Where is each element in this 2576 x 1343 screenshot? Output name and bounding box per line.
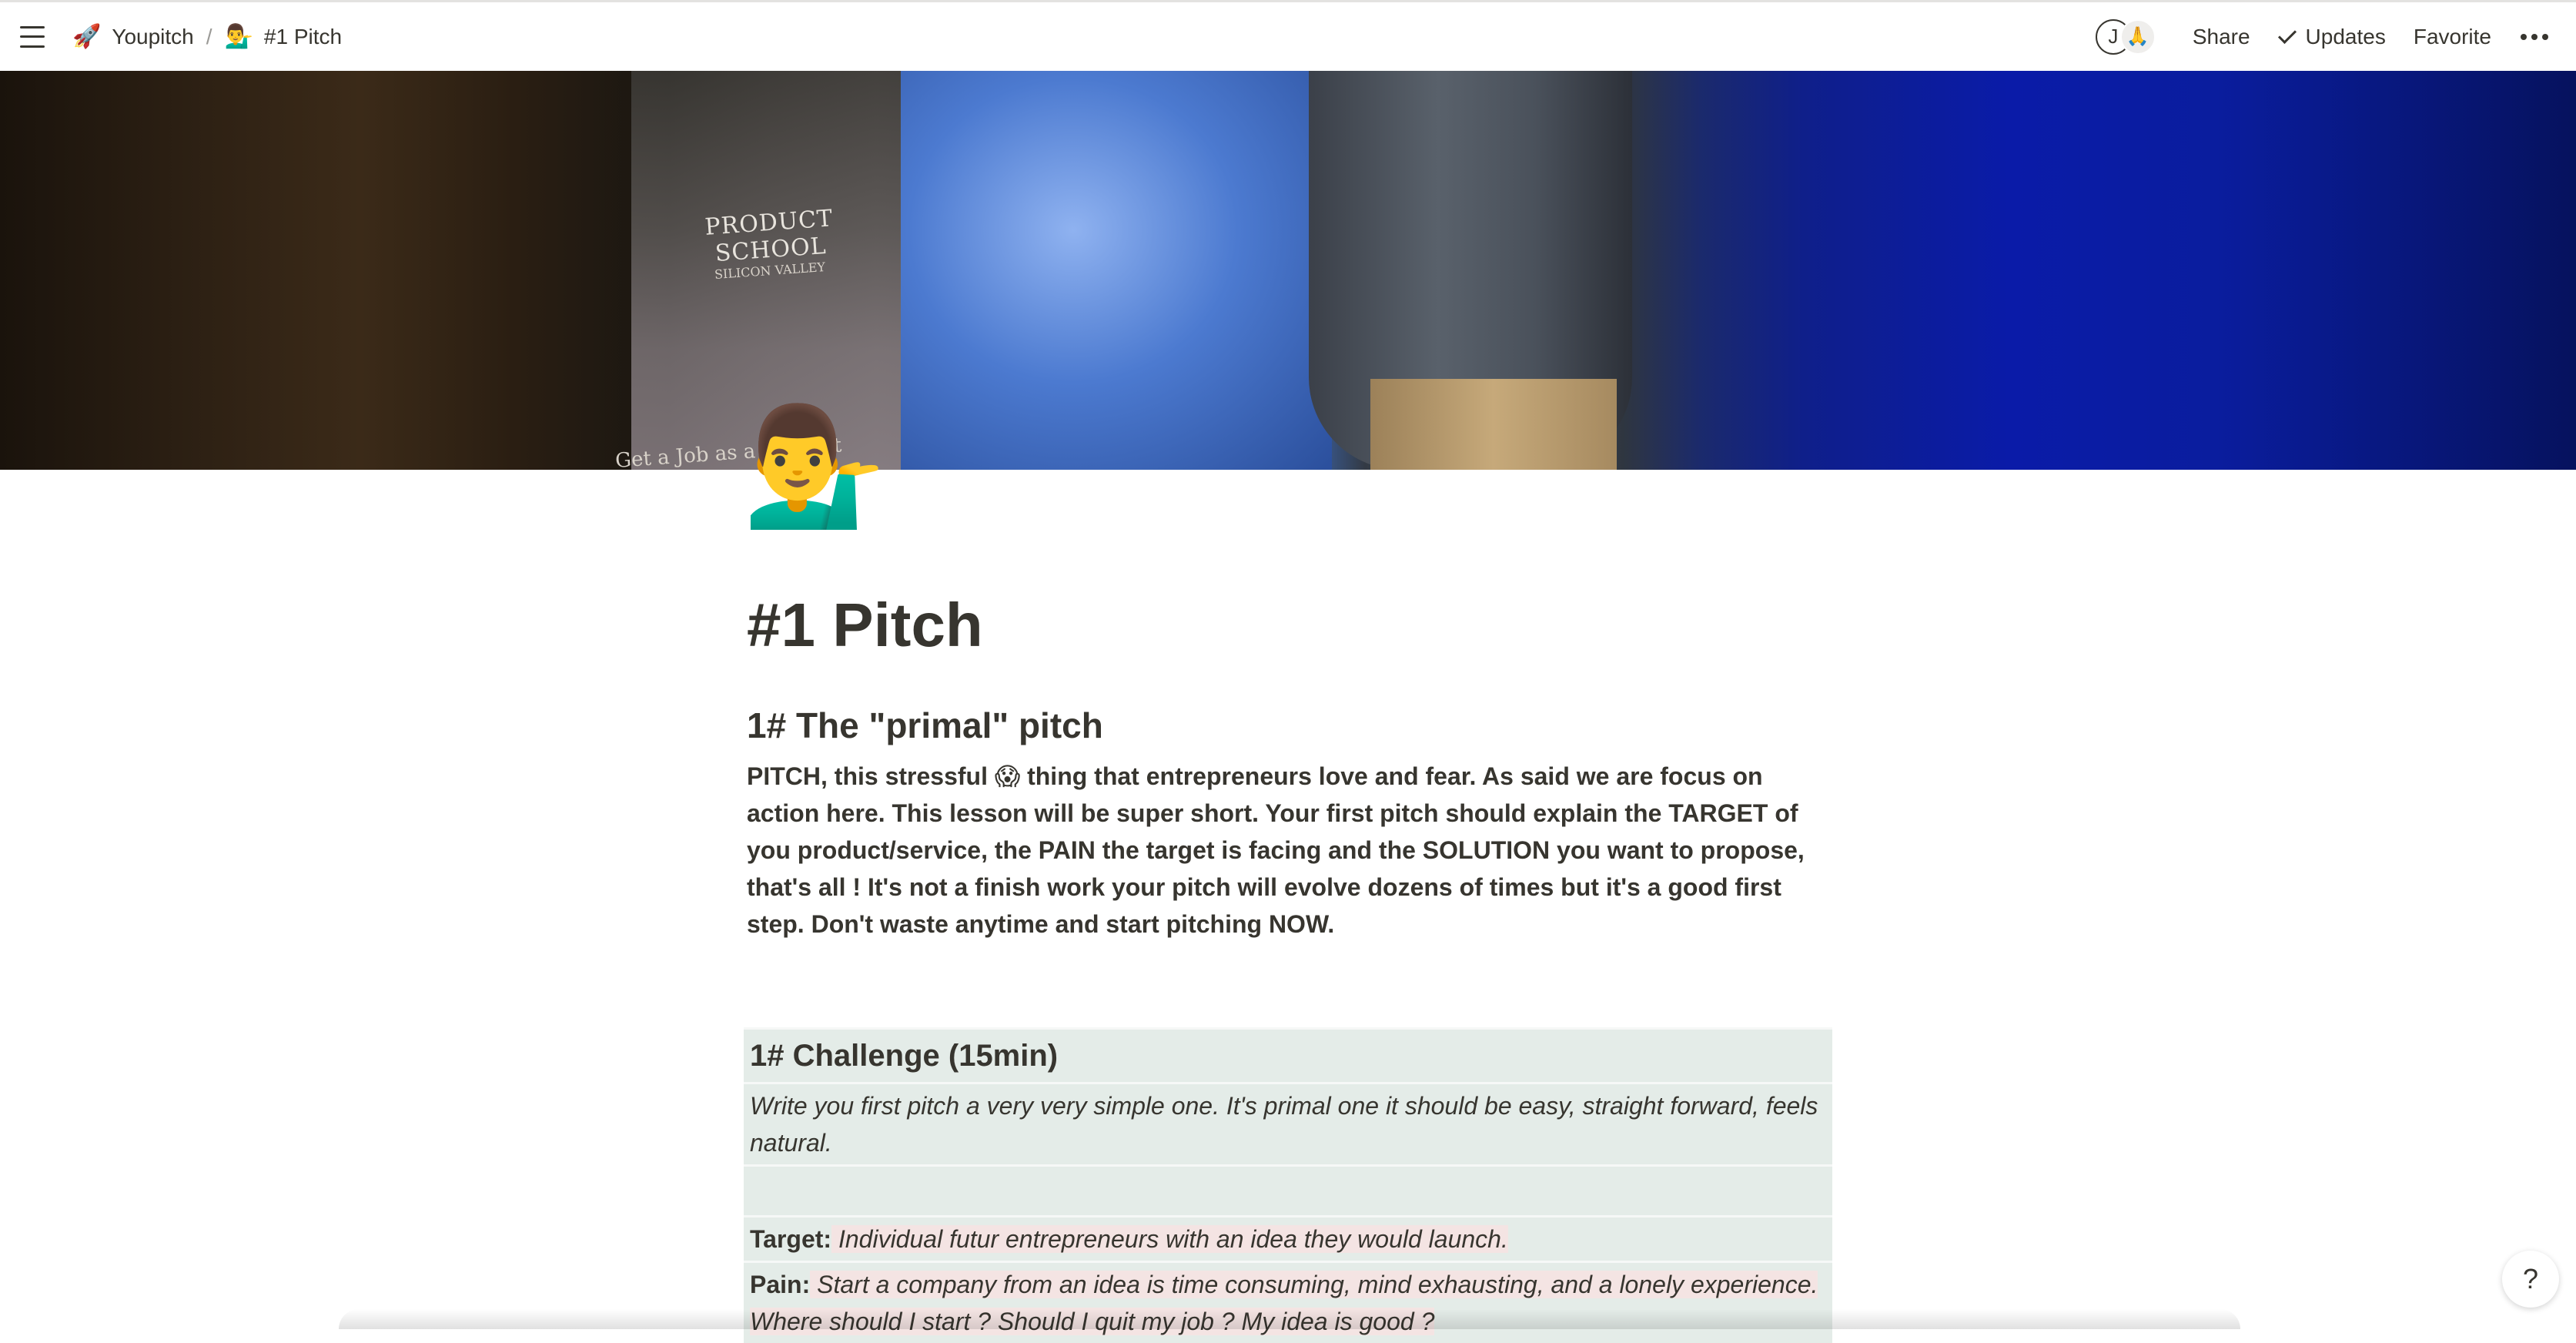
page-icon[interactable]: 💁‍♂️ xyxy=(742,400,886,531)
breadcrumb-label: Youpitch xyxy=(112,24,194,49)
challenge-instructions[interactable]: Write you first pitch a very very simple… xyxy=(744,1082,1832,1164)
scream-icon: 😱 xyxy=(994,762,1021,790)
challenge-heading[interactable]: 1# Challenge (15min) xyxy=(744,1027,1832,1082)
cover-image[interactable]: PRODUCT SCHOOL SILICON VALLEY Get a Job … xyxy=(0,71,2576,470)
dot xyxy=(2542,33,2548,40)
section-heading[interactable]: 1# The "primal" pitch xyxy=(747,701,1835,750)
menu-line xyxy=(20,45,45,48)
menu-line xyxy=(20,35,45,38)
sidebar-menu-icon[interactable] xyxy=(20,25,45,48)
collaborator-avatars[interactable]: J 🙏 xyxy=(2095,18,2156,55)
breadcrumb-item-pitch[interactable]: 💁‍♂️ #1 Pitch xyxy=(217,18,350,55)
updates-label: Updates xyxy=(2305,24,2386,49)
intro-paragraph[interactable]: PITCH, this stressful 😱 thing that entre… xyxy=(747,758,1835,943)
updates-button[interactable]: Updates xyxy=(2267,18,2397,55)
target-label: Target: xyxy=(750,1225,832,1253)
cover-speaker-pants xyxy=(1370,379,1617,470)
bottom-shadow xyxy=(339,1309,2240,1329)
menu-line xyxy=(20,25,45,28)
check-icon xyxy=(2277,25,2297,44)
more-options-icon[interactable] xyxy=(2513,28,2556,46)
challenge-empty-row[interactable] xyxy=(744,1164,1832,1215)
cover-screen xyxy=(901,71,1332,470)
rocket-icon: 🚀 xyxy=(72,24,102,49)
challenge-target-row[interactable]: Target: Individual futur entrepreneurs w… xyxy=(744,1215,1832,1261)
target-text: Individual futur entrepreneurs with an i… xyxy=(831,1225,1508,1253)
breadcrumb-item-youpitch[interactable]: 🚀 Youpitch xyxy=(65,18,202,55)
share-button[interactable]: Share xyxy=(2182,18,2261,55)
person-tipping-hand-icon: 💁‍♂️ xyxy=(224,24,253,49)
dot xyxy=(2521,33,2527,40)
breadcrumb-separator: / xyxy=(206,24,212,49)
intro-text-start: PITCH, this stressful xyxy=(747,762,995,790)
challenge-table: 1# Challenge (15min) Write you first pit… xyxy=(744,1027,1832,1343)
page-content: #1 Pitch 1# The "primal" pitch PITCH, th… xyxy=(744,539,1835,1343)
top-actions: J 🙏 Share Updates Favorite xyxy=(2095,18,2556,55)
challenge-pain-row[interactable]: Pain: Start a company from an idea is ti… xyxy=(744,1261,1832,1343)
dot xyxy=(2531,33,2538,40)
avatar[interactable]: 🙏 xyxy=(2119,18,2156,55)
breadcrumb-label: #1 Pitch xyxy=(263,24,343,49)
top-bar: 🚀 Youpitch / 💁‍♂️ #1 Pitch J 🙏 Share Upd… xyxy=(0,0,2576,71)
page-title[interactable]: #1 Pitch xyxy=(747,587,1835,664)
pain-label: Pain: xyxy=(750,1271,811,1298)
favorite-button[interactable]: Favorite xyxy=(2403,18,2502,55)
help-button[interactable]: ? xyxy=(2502,1251,2559,1308)
